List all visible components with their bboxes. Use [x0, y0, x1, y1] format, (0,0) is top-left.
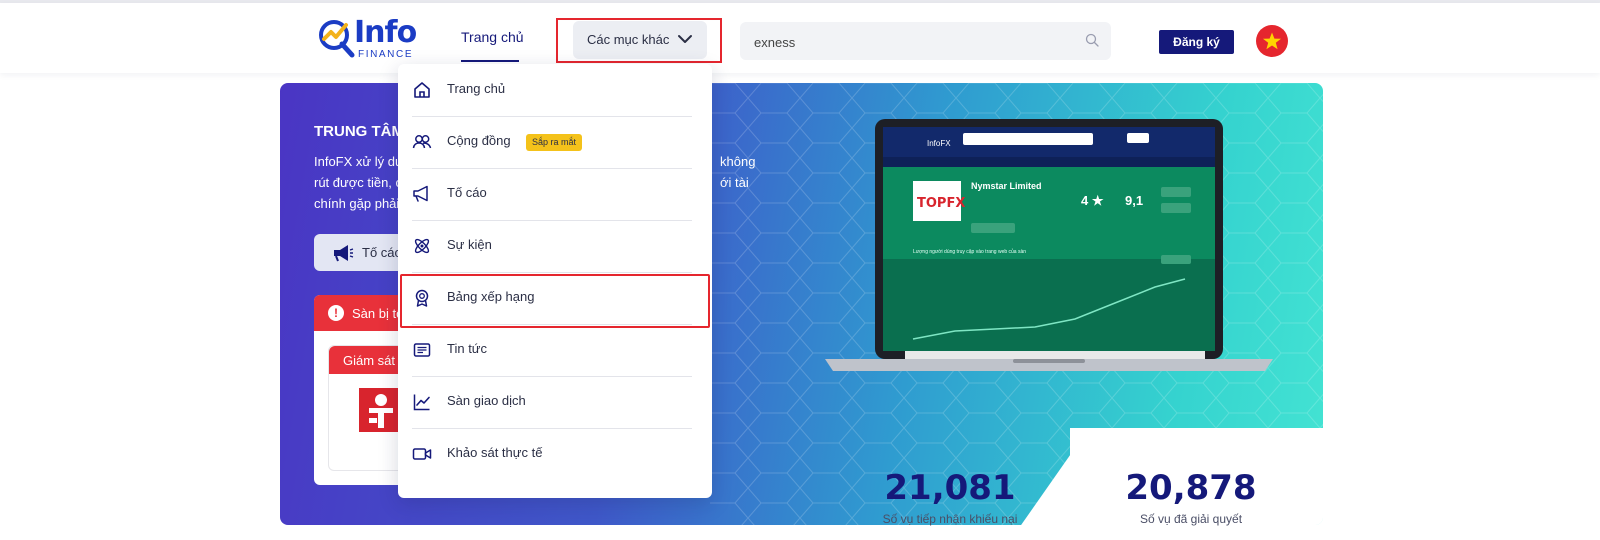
menu-item-label: Sàn giao dịch — [447, 393, 526, 408]
menu-item-home[interactable]: Trang chủ — [398, 64, 712, 116]
nav-home-link[interactable]: Trang chủ — [461, 29, 524, 45]
stat-value: 20,878 — [1125, 468, 1257, 508]
laptop-illustration: InfoFX Nymstar Limited TOPFX 4 ★ 9,1 Lượ… — [825, 119, 1273, 371]
stat-label: Số vụ đã giải quyết — [1139, 512, 1243, 526]
menu-item-exchanges[interactable]: Sàn giao dịch — [398, 376, 712, 428]
alert-icon: ! — [328, 305, 344, 321]
laptop-score: 9,1 — [1125, 193, 1143, 208]
menu-item-label: Tin tức — [447, 341, 488, 356]
menu-item-label: Sự kiện — [447, 237, 492, 252]
logo-wordmark: Info — [354, 15, 417, 50]
megaphone-icon — [413, 185, 428, 202]
megaphone-icon — [334, 245, 354, 262]
hero-desc-line: không — [720, 154, 756, 169]
highlight-box-nav-more — [556, 18, 722, 63]
broker-logo-icon — [369, 394, 393, 428]
monitoring-title: Giám sát c — [343, 353, 406, 368]
more-categories-dropdown: Trang chủ Cộng đồng Sắp ra mắt Tố cáo Sự… — [398, 64, 712, 498]
community-icon — [412, 135, 432, 149]
logo-subtitle: FINANCE — [358, 49, 414, 60]
hero-title: TRUNG TÂM — [314, 123, 404, 140]
infofinance-logo[interactable]: Info FINANCE — [316, 15, 417, 63]
site-header: Info FINANCE Trang chủ Các mục khác Đăng… — [0, 3, 1600, 73]
menu-item-label: Cộng đồng — [447, 133, 511, 148]
magnifier-logo-icon — [319, 20, 355, 58]
chart-line-icon — [413, 394, 430, 411]
laptop-broker-name: Nymstar Limited — [971, 181, 1042, 191]
menu-item-news[interactable]: Tin tức — [398, 324, 712, 376]
home-icon — [414, 82, 430, 98]
register-button[interactable]: Đăng ký — [1159, 30, 1234, 54]
menu-item-report[interactable]: Tố cáo — [398, 168, 712, 220]
flagged-brokers-title: Sàn bị tố — [352, 306, 404, 321]
nav-active-underline — [461, 60, 519, 62]
news-icon — [413, 343, 431, 357]
laptop-broker-logo: TOPFX — [917, 196, 965, 211]
menu-item-events[interactable]: Sự kiện — [398, 220, 712, 272]
stat-label: Số vụ tiếp nhận khiếu nại — [882, 512, 1018, 526]
menu-item-label: Khảo sát thực tế — [447, 445, 543, 460]
vietnam-flag-icon[interactable] — [1256, 25, 1288, 57]
menu-item-community[interactable]: Cộng đồng Sắp ra mắt — [398, 116, 712, 168]
laptop-rating: 4 ★ — [1081, 193, 1104, 208]
laptop-chart-caption: Lượng người dùng truy cập vào trang web … — [913, 248, 1026, 255]
search-icon[interactable] — [1085, 33, 1099, 47]
laptop-mockup: InfoFX Nymstar Limited TOPFX 4 ★ 9,1 Lượ… — [825, 119, 1273, 373]
menu-item-field-survey[interactable]: Khảo sát thực tế — [398, 428, 712, 480]
stat-complaints-resolved: 20,878 Số vụ đã giải quyết — [1091, 468, 1291, 526]
star-icon — [1263, 32, 1281, 50]
atom-icon — [414, 238, 430, 254]
highlight-box-rankings — [400, 274, 710, 328]
stat-value: 21,081 — [884, 468, 1016, 508]
menu-item-label: Trang chủ — [447, 81, 506, 96]
hero-desc-line: ới tài — [720, 175, 749, 190]
broker-logo-image[interactable] — [359, 388, 403, 432]
search-input[interactable] — [752, 22, 1076, 62]
hero-description-right: không ới tài — [720, 151, 755, 193]
coming-soon-badge: Sắp ra mắt — [526, 134, 583, 151]
laptop-brand-text: InfoFX — [927, 139, 951, 148]
search-bar — [740, 22, 1111, 62]
menu-item-label: Tố cáo — [447, 185, 487, 200]
stat-complaints-received: 21,081 Số vụ tiếp nhận khiếu nại — [850, 468, 1050, 526]
video-icon — [412, 448, 432, 460]
report-button-label: Tố cáo — [362, 245, 402, 260]
